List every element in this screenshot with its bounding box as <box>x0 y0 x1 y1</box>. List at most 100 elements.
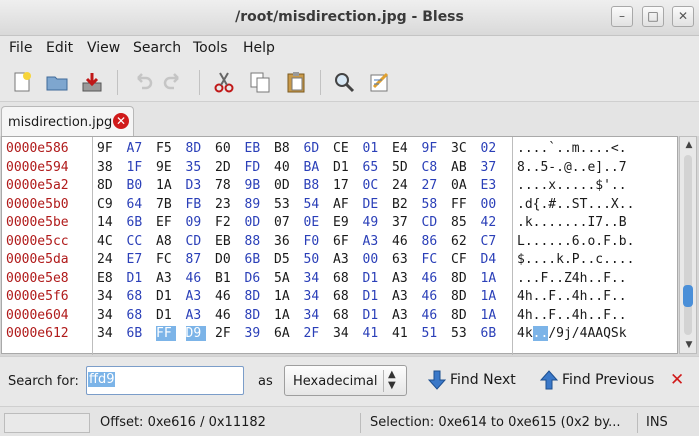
hex-byte[interactable]: 23 <box>215 197 235 212</box>
hex-byte[interactable]: FC <box>156 252 176 267</box>
hex-byte[interactable]: 49 <box>363 215 383 230</box>
hex-byte[interactable]: 0C <box>363 178 383 193</box>
hex-byte[interactable]: 34 <box>97 326 117 341</box>
ascii-column[interactable]: $....k.P..c.... <box>517 252 634 267</box>
hex-byte[interactable]: 8D <box>451 271 471 286</box>
hex-byte[interactable]: 6F <box>333 234 353 249</box>
hex-byte[interactable]: 02 <box>481 141 501 156</box>
hex-byte[interactable]: B0 <box>127 178 147 193</box>
hex-byte[interactable]: 8D <box>245 289 265 304</box>
hex-byte[interactable]: 46 <box>422 308 442 323</box>
hex-byte[interactable]: 09 <box>186 215 206 230</box>
ascii-column[interactable]: ....x.....$'.. <box>517 178 627 193</box>
hex-byte[interactable]: A3 <box>392 289 412 304</box>
ascii-column[interactable]: 8..5-.@..e]..7 <box>517 160 627 175</box>
hex-byte[interactable]: FC <box>422 252 442 267</box>
ascii-column[interactable]: ....`..m....<. <box>517 141 627 156</box>
hex-byte[interactable]: 87 <box>186 252 206 267</box>
hex-byte[interactable]: 1A <box>481 289 501 304</box>
hex-byte[interactable]: 54 <box>304 197 324 212</box>
hex-byte[interactable]: D1 <box>156 308 176 323</box>
hex-byte[interactable]: 34 <box>333 326 353 341</box>
hex-byte[interactable]: 1A <box>481 308 501 323</box>
hex-byte[interactable]: 01 <box>363 141 383 156</box>
save-icon[interactable] <box>80 70 104 94</box>
hex-byte[interactable]: A3 <box>186 308 206 323</box>
hex-byte[interactable]: E7 <box>127 252 147 267</box>
hex-byte[interactable]: 68 <box>333 271 353 286</box>
hex-byte[interactable]: A3 <box>186 289 206 304</box>
hex-byte[interactable]: 1A <box>274 308 294 323</box>
scroll-track[interactable] <box>684 155 692 335</box>
hex-byte[interactable]: 1A <box>274 289 294 304</box>
hex-byte[interactable]: 9B <box>245 178 265 193</box>
menu-file[interactable]: File <box>9 40 32 56</box>
hex-byte[interactable]: B2 <box>392 197 412 212</box>
hex-byte[interactable]: 37 <box>481 160 501 175</box>
hex-byte[interactable]: 0D <box>245 215 265 230</box>
menu-view[interactable]: View <box>87 40 120 56</box>
scroll-thumb[interactable] <box>683 285 693 307</box>
hex-byte[interactable]: 63 <box>392 252 412 267</box>
hex-byte[interactable]: D4 <box>481 252 501 267</box>
hex-byte[interactable]: 65 <box>363 160 383 175</box>
hex-byte[interactable]: B1 <box>215 271 235 286</box>
ascii-column[interactable]: 4h..F..4h..F.. <box>517 308 627 323</box>
cut-icon[interactable] <box>212 70 236 94</box>
hex-byte[interactable]: 60 <box>215 141 235 156</box>
hex-byte[interactable]: D5 <box>274 252 294 267</box>
hex-byte[interactable]: D1 <box>156 289 176 304</box>
hex-byte[interactable]: 85 <box>451 215 471 230</box>
hex-byte[interactable]: A7 <box>127 141 147 156</box>
hex-byte[interactable]: CD <box>186 234 206 249</box>
hex-byte[interactable]: 46 <box>422 289 442 304</box>
hex-byte[interactable]: E3 <box>481 178 501 193</box>
hex-byte[interactable]: EF <box>156 215 176 230</box>
hex-byte[interactable]: 8D <box>186 141 206 156</box>
hex-byte[interactable]: 8D <box>451 289 471 304</box>
hex-byte[interactable]: 34 <box>304 308 324 323</box>
hex-byte[interactable]: D6 <box>245 271 265 286</box>
copy-icon[interactable] <box>248 70 272 94</box>
hex-byte[interactable]: 64 <box>127 197 147 212</box>
search-input[interactable]: ffd9 <box>86 366 244 395</box>
hex-byte[interactable]: 8D <box>451 308 471 323</box>
hex-byte[interactable]: BA <box>304 160 324 175</box>
menu-search[interactable]: Search <box>133 40 181 56</box>
hex-byte[interactable]: 62 <box>451 234 471 249</box>
hex-byte[interactable]: 17 <box>333 178 353 193</box>
hex-byte[interactable]: 2D <box>215 160 235 175</box>
preferences-icon[interactable] <box>368 70 392 94</box>
hex-byte[interactable]: 9F <box>422 141 442 156</box>
hex-byte[interactable]: E9 <box>333 215 353 230</box>
ascii-column[interactable]: .k.......I7..B <box>517 215 627 230</box>
ascii-column[interactable]: L......6.o.F.b. <box>517 234 634 249</box>
menu-help[interactable]: Help <box>243 40 275 56</box>
hex-editor-view[interactable]: 0000e586 9F A7 F5 8D 60 EB B8 6D CE 01 E4 9F 3C 02....… <box>1 136 678 355</box>
hex-byte[interactable]: 53 <box>274 197 294 212</box>
hex-byte[interactable]: 00 <box>363 252 383 267</box>
hex-byte[interactable]: EB <box>215 234 235 249</box>
hex-byte[interactable]: 1A <box>156 178 176 193</box>
hex-byte[interactable]: 6B <box>245 252 265 267</box>
menu-tools[interactable]: Tools <box>193 40 228 56</box>
hex-byte[interactable]: CE <box>333 141 353 156</box>
hex-byte[interactable]: 46 <box>186 271 206 286</box>
maximize-button[interactable]: □ <box>642 6 664 27</box>
hex-byte[interactable]: A3 <box>156 271 176 286</box>
hex-byte[interactable]: 34 <box>97 289 117 304</box>
hex-byte[interactable]: 0D <box>274 178 294 193</box>
hex-byte[interactable]: D1 <box>363 289 383 304</box>
hex-byte[interactable]: 0A <box>451 178 471 193</box>
tab-misdirection[interactable]: misdirection.jpg ✕ <box>1 106 134 137</box>
minimize-button[interactable]: – <box>611 6 633 27</box>
hex-byte[interactable]: 42 <box>481 215 501 230</box>
close-tab-icon[interactable]: ✕ <box>113 113 129 129</box>
hex-byte[interactable]: B8 <box>304 178 324 193</box>
hex-byte[interactable]: 34 <box>97 308 117 323</box>
hex-byte[interactable]: 46 <box>215 308 235 323</box>
hex-byte[interactable]: 46 <box>392 234 412 249</box>
hex-byte[interactable]: 68 <box>127 289 147 304</box>
hex-byte[interactable]: 1A <box>481 271 501 286</box>
hex-byte[interactable]: 8D <box>97 178 117 193</box>
